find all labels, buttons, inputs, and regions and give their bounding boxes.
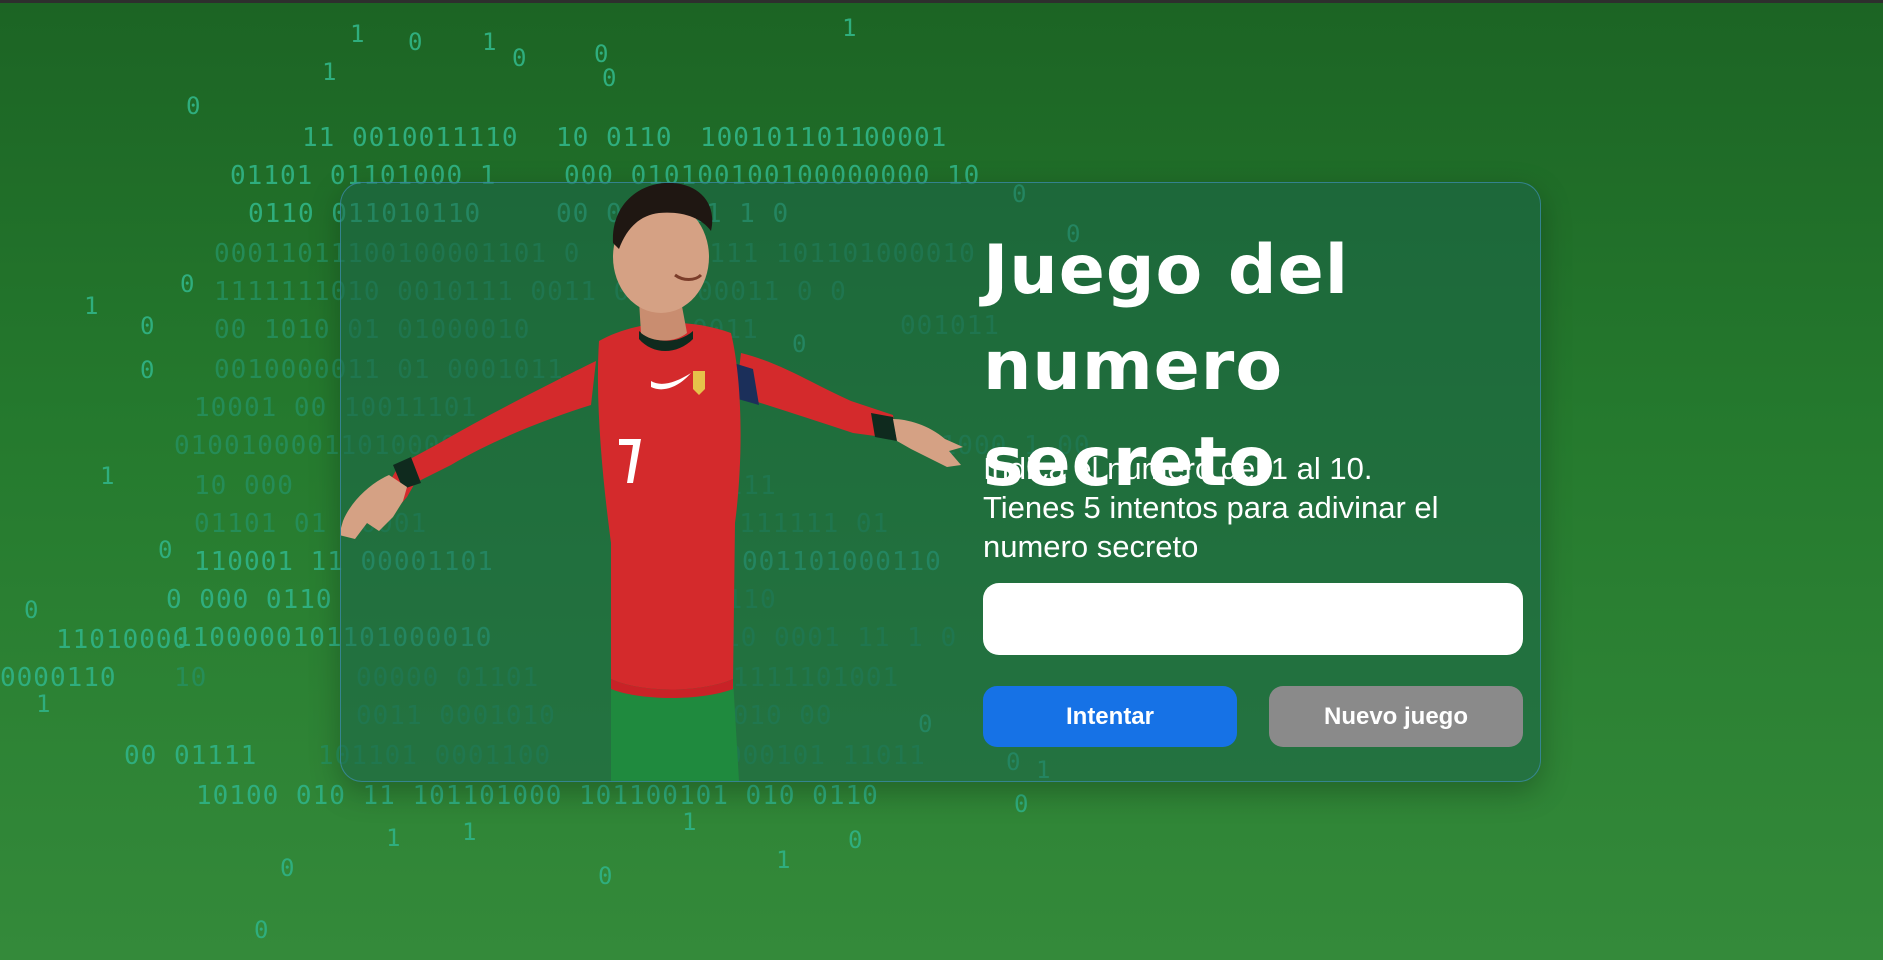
- binary-digit: 1: [84, 292, 100, 320]
- window-top-border: [0, 0, 1883, 3]
- new-game-button[interactable]: Nuevo juego: [1269, 686, 1523, 747]
- binary-digit: 0: [1014, 790, 1030, 818]
- binary-row: 00001: [864, 123, 948, 153]
- instructions-line-3: numero secreto: [983, 529, 1199, 564]
- binary-digit: 0: [602, 64, 618, 92]
- title-line-1: Juego del: [983, 231, 1349, 310]
- binary-digit: 0: [140, 312, 156, 340]
- game-card: Juego del numero secreto Indica el numer…: [340, 182, 1541, 782]
- instructions-line-2: Tienes 5 intentos para adivinar el: [983, 490, 1439, 525]
- binary-digit: 0: [594, 40, 610, 68]
- binary-row: 11 0010011110: [302, 123, 519, 153]
- binary-digit: 1: [386, 824, 402, 852]
- binary-digit: 1: [842, 14, 858, 42]
- guess-input[interactable]: [983, 583, 1523, 655]
- binary-digit: 0: [186, 92, 202, 120]
- binary-digit: 0: [848, 826, 864, 854]
- binary-digit: 1: [462, 818, 478, 846]
- binary-digit: 1: [350, 20, 366, 48]
- binary-row: 1001011011: [700, 123, 867, 153]
- binary-row: 10100 010 11 101101000 101100101 010 011…: [196, 781, 879, 811]
- binary-digit: 0: [180, 270, 196, 298]
- binary-digit: 0: [408, 28, 424, 56]
- binary-row: 0000110: [0, 663, 117, 693]
- binary-row: 10: [174, 663, 208, 693]
- binary-digit: 0: [24, 596, 40, 624]
- instructions-line-1: Indica el numero del 1 al 10.: [983, 451, 1373, 486]
- binary-digit: 1: [36, 690, 52, 718]
- binary-row: 10 0110: [556, 123, 673, 153]
- binary-digit: 1: [482, 28, 498, 56]
- game-instructions: Indica el numero del 1 al 10. Tienes 5 i…: [983, 449, 1503, 566]
- binary-digit: 0: [254, 916, 270, 944]
- binary-row: 11010000: [56, 625, 190, 655]
- binary-digit: 1: [100, 462, 116, 490]
- binary-digit: 0: [280, 854, 296, 882]
- binary-digit: 0: [140, 356, 156, 384]
- binary-row: 0 000 0110: [166, 585, 333, 615]
- binary-row: 10 000: [194, 471, 294, 501]
- binary-digit: 1: [776, 846, 792, 874]
- binary-digit: 0: [598, 862, 614, 890]
- binary-digit: 0: [158, 536, 174, 564]
- try-button[interactable]: Intentar: [983, 686, 1237, 747]
- binary-digit: 1: [682, 808, 698, 836]
- binary-digit: 1: [322, 58, 338, 86]
- binary-digit: 0: [512, 44, 528, 72]
- binary-row: 00 01111: [124, 741, 258, 771]
